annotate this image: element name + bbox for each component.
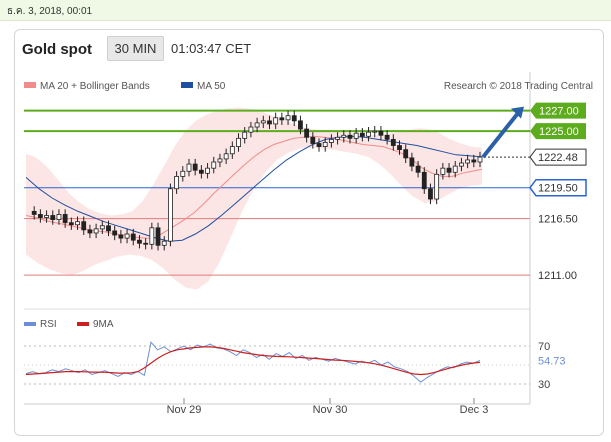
candle-body — [161, 240, 167, 246]
candle-body — [372, 130, 378, 133]
candle-body — [347, 134, 353, 139]
candle-body — [93, 228, 99, 234]
candle-body — [37, 214, 43, 218]
candle-body — [75, 221, 80, 226]
level-label-1: 1225.00 — [539, 126, 579, 138]
candle-body — [149, 227, 155, 245]
candle-body — [56, 214, 62, 220]
legend-label-ma20: MA 20 + Bollinger Bands — [40, 81, 150, 92]
rsi-current-label: 54.73 — [538, 356, 566, 368]
x-tick-label-0: Nov 29 — [167, 404, 202, 416]
candle-body — [310, 136, 316, 144]
candle-body — [31, 210, 37, 215]
candle-body — [459, 162, 464, 167]
candle-body — [217, 158, 223, 163]
x-tick-label-1: Nov 30 — [313, 404, 348, 416]
candle-body — [236, 137, 241, 147]
rsi-tick-30: 30 — [538, 379, 550, 391]
candle-body — [378, 130, 384, 136]
legend-swatch-ma50 — [181, 82, 193, 88]
candle-body — [409, 157, 415, 167]
candle-body — [260, 120, 266, 124]
candle-body — [168, 188, 173, 242]
candle-body — [124, 233, 130, 239]
candle-body — [279, 117, 285, 121]
candle-body — [62, 214, 68, 224]
candle-body — [322, 142, 328, 147]
rsi-line — [25, 341, 481, 383]
chart-svg: MA 20 + Bollinger Bands MA 50 Research © 2… — [24, 72, 593, 416]
candle-body — [248, 126, 254, 133]
candle-body — [267, 120, 272, 125]
candle-body — [211, 161, 217, 169]
candle-body — [118, 234, 124, 239]
candle-body — [390, 138, 396, 146]
candle-body — [353, 132, 359, 139]
legend-label-9ma: 9MA — [93, 319, 114, 330]
candle-body — [242, 131, 248, 139]
candle-body — [254, 122, 260, 128]
candle-body — [328, 138, 334, 143]
level-label-5: 1211.00 — [538, 270, 577, 282]
candle-body — [174, 175, 180, 190]
candle-body — [397, 145, 402, 151]
candle-body — [143, 242, 149, 245]
candle-body — [186, 163, 192, 172]
candle-body — [229, 146, 235, 155]
candle-body — [192, 163, 198, 171]
candle-body — [137, 239, 142, 244]
candle-body — [477, 156, 483, 163]
x-tick-label-2: Dec 3 — [460, 404, 489, 416]
candle-body — [452, 165, 458, 173]
candle-body — [285, 115, 291, 121]
candle-body — [155, 227, 161, 246]
bollinger-band — [26, 107, 482, 290]
candle-body — [440, 167, 446, 175]
candle-body — [198, 169, 204, 174]
candle-body — [44, 215, 49, 218]
legend-swatch-rsi — [24, 322, 36, 326]
candle-body — [446, 167, 452, 173]
candle-body — [68, 222, 74, 226]
candle-body — [428, 188, 433, 200]
chart-credit: Research © 2018 Trading Central — [444, 81, 593, 92]
legend-label-ma50: MA 50 — [197, 81, 226, 92]
candle-body — [335, 136, 340, 140]
candle-body — [130, 233, 136, 241]
forecast-arrow-shaft — [481, 109, 522, 159]
candle-body — [304, 128, 310, 138]
candle-body — [471, 159, 477, 163]
level-label-3: 1219.50 — [538, 183, 578, 195]
candle-body — [99, 225, 105, 230]
candle-body — [112, 230, 118, 236]
rsi-9ma-line — [25, 346, 481, 376]
candle-body — [180, 170, 186, 177]
candle-body — [298, 120, 303, 130]
level-label-4: 1216.50 — [538, 214, 578, 226]
candle-body — [421, 171, 427, 190]
candle-body — [434, 173, 440, 200]
candle-body — [384, 134, 390, 140]
legend-swatch-ma20 — [24, 82, 36, 88]
candle-body — [403, 149, 409, 159]
rsi-tick-70: 70 — [538, 341, 550, 353]
candle-body — [465, 159, 471, 164]
candle-body — [106, 225, 111, 232]
level-label-2: 1222.48 — [538, 152, 578, 164]
candle-body — [87, 229, 93, 234]
candle-body — [81, 221, 87, 231]
level-label-0: 1227.00 — [539, 106, 579, 118]
candle-body — [341, 134, 347, 138]
candle-body — [366, 131, 371, 137]
candle-body — [223, 153, 229, 160]
candle-body — [273, 117, 279, 125]
candle-body — [316, 143, 322, 147]
candle-body — [205, 167, 210, 174]
legend-label-rsi: RSI — [40, 319, 57, 330]
legend-swatch-9ma — [77, 322, 89, 326]
candle-body — [359, 132, 365, 137]
candle-body — [291, 115, 297, 122]
candle-body — [415, 165, 421, 173]
candle-body — [50, 215, 56, 221]
